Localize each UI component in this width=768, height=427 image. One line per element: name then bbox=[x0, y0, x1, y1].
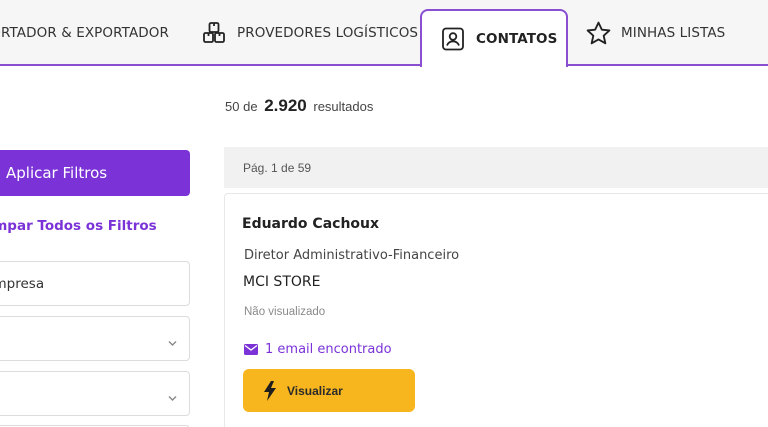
chevron-down-icon bbox=[168, 390, 177, 406]
results-shown: 50 bbox=[225, 99, 240, 114]
contact-role: Diretor Administrativo-Financeiro bbox=[244, 248, 460, 263]
star-icon bbox=[584, 19, 612, 47]
tab-label: MINHAS LISTAS bbox=[621, 25, 726, 41]
company-filter-label: Empresa bbox=[0, 275, 45, 292]
page-indicator: Pág. 1 de 59 bbox=[243, 160, 312, 175]
view-button-label: Visualizar bbox=[287, 383, 343, 398]
lightning-icon bbox=[263, 380, 277, 401]
results-connector: de bbox=[243, 99, 258, 114]
envelope-icon bbox=[244, 344, 258, 355]
filter-select[interactable] bbox=[0, 371, 190, 416]
contact-company: MCI STORE bbox=[243, 274, 321, 290]
company-filter-field[interactable]: Empresa bbox=[0, 261, 190, 306]
contact-name: Eduardo Cachoux bbox=[242, 216, 380, 232]
filter-select[interactable] bbox=[0, 316, 190, 361]
email-found-link[interactable]: 1 email encontrado bbox=[244, 342, 392, 357]
email-found-text: 1 email encontrado bbox=[265, 342, 392, 357]
tab-contacts[interactable]: CONTATOS bbox=[420, 9, 568, 67]
contact-card-icon bbox=[439, 25, 467, 53]
clear-all-filters-link[interactable]: Limpar Todos os Filtros bbox=[0, 218, 157, 234]
apply-filters-button[interactable]: Aplicar Filtros bbox=[0, 150, 190, 196]
view-contact-button[interactable]: Visualizar bbox=[243, 369, 415, 412]
tab-importer-exporter[interactable]: PORTADOR & EXPORTADOR bbox=[0, 0, 169, 66]
tab-logistics-providers[interactable]: PROVEDORES LOGÍSTICOS bbox=[200, 0, 418, 66]
results-suffix: resultados bbox=[313, 99, 374, 114]
tab-label: CONTATOS bbox=[476, 31, 558, 47]
results-total: 2.920 bbox=[264, 96, 307, 115]
tab-my-lists[interactable]: MINHAS LISTAS bbox=[584, 0, 725, 66]
view-status: Não visualizado bbox=[244, 306, 326, 318]
tab-label: PORTADOR & EXPORTADOR bbox=[0, 25, 169, 41]
chevron-down-icon bbox=[168, 335, 177, 351]
boxes-icon bbox=[200, 19, 228, 47]
tab-label: PROVEDORES LOGÍSTICOS bbox=[237, 25, 419, 41]
pagination-bar: Pág. 1 de 59 bbox=[224, 147, 768, 188]
results-count: 50 de 2.920 resultados bbox=[225, 96, 373, 116]
